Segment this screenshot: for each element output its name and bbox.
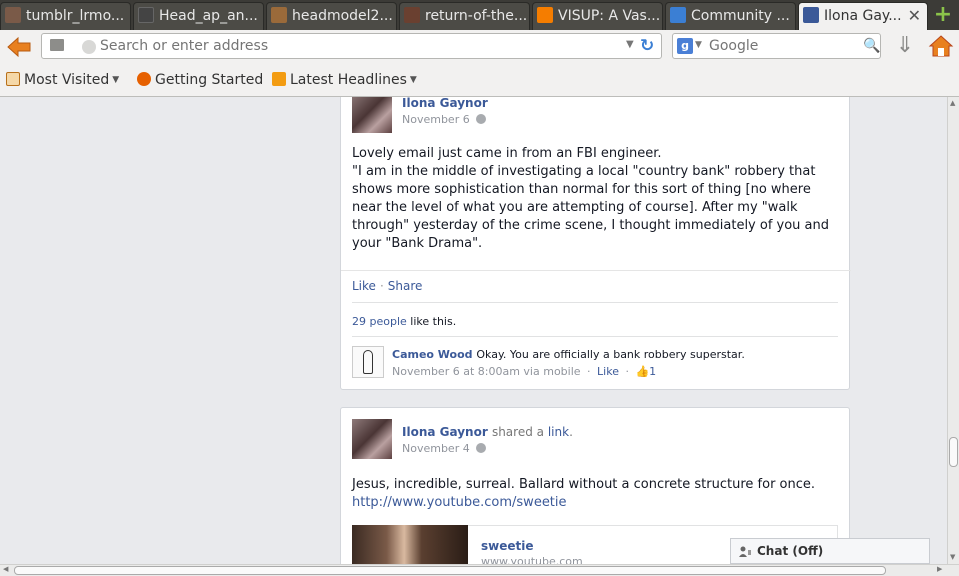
url-bar[interactable]: ▼ ↻ [41,33,662,59]
google-search-engine-icon[interactable]: g [677,38,693,54]
chevron-down-icon: ▼ [112,75,120,85]
post-header: Ilona Gaynor shared a link. [402,425,573,439]
close-tab-icon[interactable]: ✕ [908,3,921,29]
horizontal-scrollbar[interactable]: ◀ ▶ [0,564,959,576]
home-icon [928,35,954,57]
sketch-figure-icon [363,350,373,374]
tumblr-thumbnail-icon [5,7,21,23]
likes-count-link[interactable]: 29 people [352,315,407,328]
page-icon [50,39,64,51]
url-dropdown-icon[interactable]: ▼ [626,39,634,50]
home-button[interactable] [928,34,954,58]
post-timestamp[interactable]: November 4 [402,442,486,455]
image-thumbnail-icon [138,7,154,23]
divider [341,270,851,271]
share-link[interactable]: Share [388,279,423,293]
post-line: Lovely email just came in from an FBI en… [352,146,662,161]
search-bar[interactable]: g ▼ 🔍 [672,33,881,59]
back-button[interactable] [6,35,32,59]
post-line: "I am in the middle of investigating a l… [352,164,830,251]
link-preview-thumbnail[interactable] [352,525,468,564]
page-content: Ilona Gaynor November 6 Lovely email jus… [0,97,947,564]
comment-like-count[interactable]: 👍1 [635,365,656,378]
divider [352,336,838,337]
firefox-icon [137,72,151,86]
tab-4[interactable]: VISUP: A Vas... [532,2,663,30]
scroll-left-icon[interactable]: ◀ [3,565,8,573]
comment: Cameo Wood Okay. You are officially a ba… [392,348,745,361]
address-input[interactable] [100,36,620,56]
rss-feed-icon [272,72,286,86]
feed-story: Ilona Gaynor November 6 Lovely email jus… [340,97,851,390]
link-preview-domain: www.youtube.com [481,555,583,564]
blogger-icon [537,7,553,23]
site-identity-icon[interactable] [82,40,96,54]
post-timestamp[interactable]: November 6 [402,113,486,126]
reload-icon[interactable]: ↻ [640,36,654,56]
tab-3[interactable]: return-of-the... [399,2,530,30]
scroll-right-icon[interactable]: ▶ [937,565,942,573]
back-arrow-icon [7,36,31,58]
avatar[interactable] [352,419,392,459]
scroll-down-icon[interactable]: ▼ [950,553,955,561]
post-actions: Like · Share [352,279,423,293]
bookmark-getting-started[interactable]: Getting Started [137,72,263,88]
tab-1[interactable]: Head_ap_an... [133,2,264,30]
scroll-up-icon[interactable]: ▲ [950,99,955,107]
post-url[interactable]: http://www.youtube.com/sweetie [352,494,842,512]
download-icon[interactable]: ⇓ [893,33,917,59]
post-line: Jesus, incredible, surreal. Ballard with… [352,477,816,492]
bookmark-latest-headlines[interactable]: Latest Headlines ▼ [272,72,417,88]
bookmark-most-visited[interactable]: Most Visited ▼ [6,72,119,88]
bookmarks-folder-icon [6,72,20,86]
avatar[interactable] [352,97,392,133]
facebook-icon [803,7,819,23]
image-thumbnail-icon [271,7,287,23]
chevron-down-icon: ▼ [409,75,417,85]
new-tab-icon[interactable]: + [932,4,954,27]
navigation-bar: ▼ ↻ g ▼ 🔍 ⇓ [0,30,959,64]
tab-0[interactable]: tumblr_lrmo... [0,2,131,30]
bookmarks-toolbar: Most Visited ▼ Getting Started Latest Hea… [0,64,959,97]
shared-link[interactable]: link [548,425,569,439]
like-link[interactable]: Like [352,279,376,293]
image-thumbnail-icon [404,7,420,23]
search-engine-dropdown-icon[interactable]: ▼ [695,40,702,50]
post-body: Jesus, incredible, surreal. Ballard with… [352,476,842,512]
chat-label: Chat (Off) [757,544,824,558]
vertical-scrollbar[interactable]: ▲ ▼ [947,97,959,564]
comment-meta: November 6 at 8:00am via mobile · Like ·… [392,365,657,378]
search-icon[interactable]: 🔍 [863,38,880,54]
comment-avatar[interactable] [352,346,384,378]
globe-icon [475,114,486,124]
comment-text: Okay. You are officially a bank robbery … [476,348,745,361]
comment-like-link[interactable]: Like [597,365,619,378]
tab-5[interactable]: Community ... [665,2,796,30]
post-body: Lovely email just came in from an FBI en… [352,145,842,253]
vertical-scroll-thumb[interactable] [949,437,958,467]
comment-author[interactable]: Cameo Wood [392,348,473,361]
post-author[interactable]: Ilona Gaynor [402,97,488,110]
globe-icon [475,443,486,453]
tab-active[interactable]: Ilona Gay... ✕ [798,2,928,31]
tab-strip: tumblr_lrmo... Head_ap_an... headmodel2.… [0,0,959,31]
chat-person-icon [739,546,751,557]
tab-2[interactable]: headmodel2... [266,2,397,30]
link-preview-title[interactable]: sweetie [481,539,534,553]
chat-tab[interactable]: Chat (Off) [730,538,930,564]
horizontal-scroll-thumb[interactable] [14,566,886,575]
community-icon [670,7,686,23]
thumbs-up-icon: 👍 [635,365,650,378]
divider [352,302,838,303]
likes-summary: 29 people like this. [352,315,457,328]
search-input[interactable] [709,36,859,56]
post-author[interactable]: Ilona Gaynor [402,425,488,439]
